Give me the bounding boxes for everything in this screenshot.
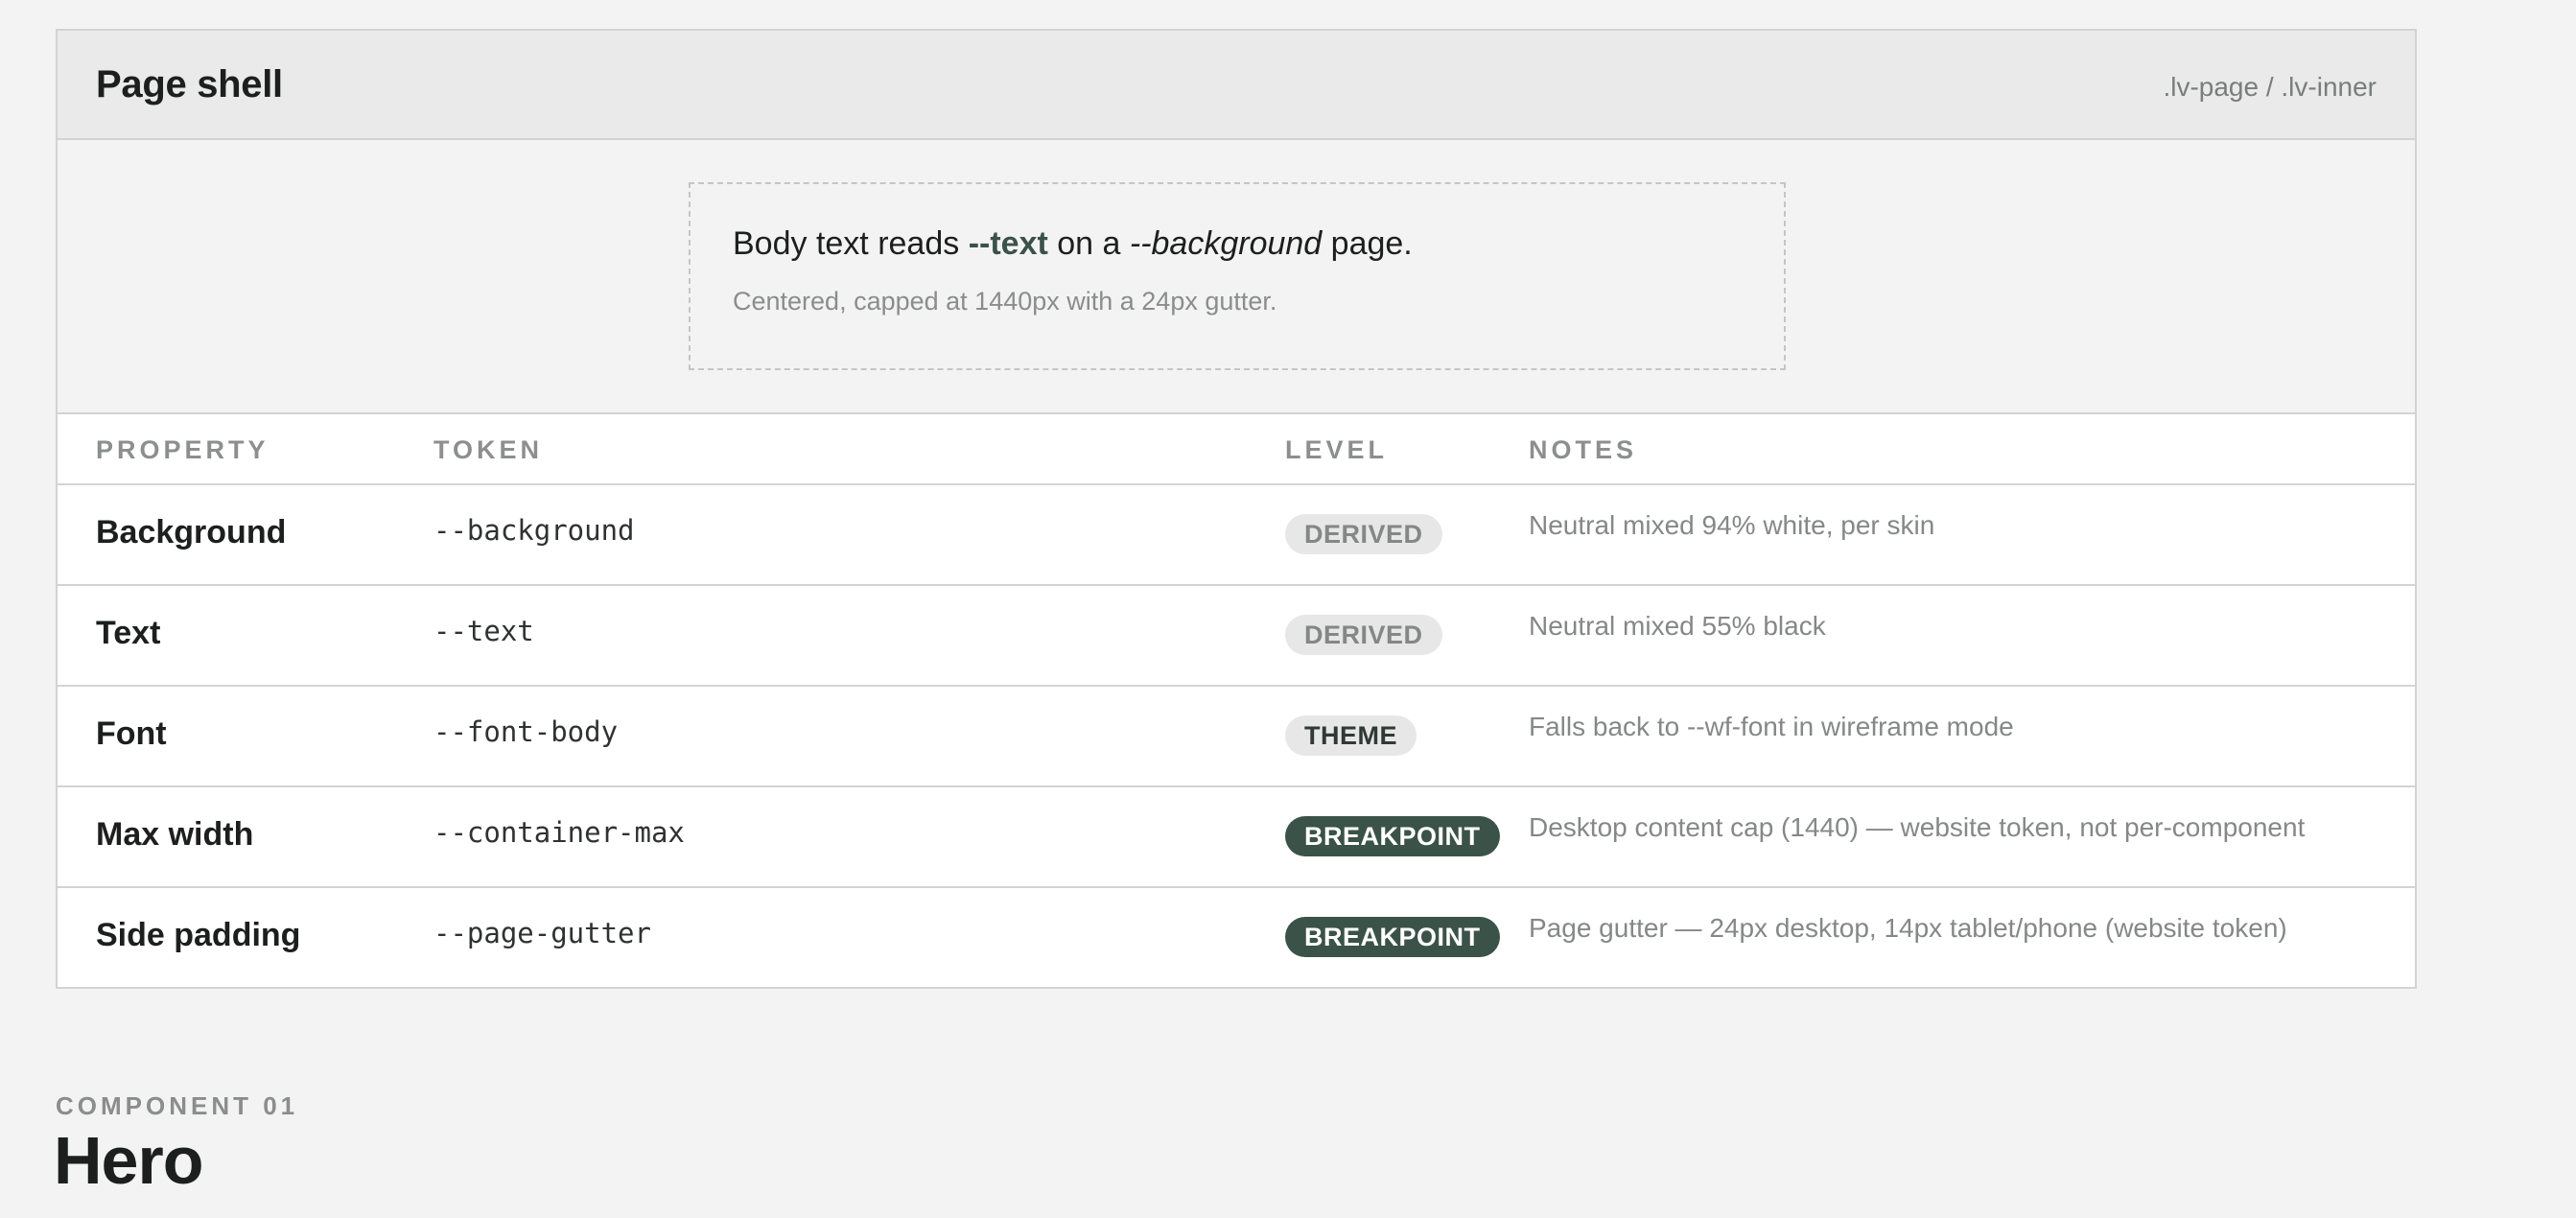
- level-badge: DERIVED: [1285, 615, 1442, 655]
- row-notes: Page gutter — 24px desktop, 14px tablet/…: [1529, 913, 2287, 943]
- row-notes: Desktop content cap (1440) — website tok…: [1529, 812, 2306, 842]
- table-row: Max width --container-max BREAKPOINT Des…: [58, 787, 2415, 888]
- row-level: DERIVED: [1285, 615, 1442, 655]
- header-level: LEVEL: [1285, 435, 1389, 464]
- preview-token-background: --background: [1129, 225, 1323, 262]
- row-property: Side padding: [96, 917, 301, 953]
- card-selector: .lv-page / .lv-inner: [2163, 72, 2377, 102]
- header-notes: NOTES: [1529, 435, 1638, 464]
- row-level: DERIVED: [1285, 514, 1442, 554]
- header-token: TOKEN: [433, 435, 544, 464]
- row-level: THEME: [1285, 715, 1417, 756]
- preview-token-text: --text: [968, 225, 1048, 262]
- card-title: Page shell: [96, 62, 283, 105]
- row-token: --page-gutter: [433, 917, 651, 949]
- header-property: PROPERTY: [96, 435, 269, 464]
- preview-box: Body text reads --text on a --background…: [689, 182, 1786, 370]
- row-property: Background: [96, 514, 287, 550]
- row-property: Max width: [96, 816, 254, 853]
- row-notes: Neutral mixed 94% white, per skin: [1529, 510, 1935, 540]
- level-badge: THEME: [1285, 715, 1417, 756]
- table-row: Font --font-body THEME Falls back to --w…: [58, 687, 2415, 787]
- row-property: Text: [96, 615, 161, 651]
- row-token: --container-max: [433, 816, 685, 849]
- preview-line-prefix: Body text reads: [733, 225, 969, 262]
- level-badge: DERIVED: [1285, 514, 1442, 554]
- preview-line: Body text reads --text on a --background…: [733, 225, 1742, 262]
- row-token: --font-body: [433, 715, 619, 748]
- row-level: BREAKPOINT: [1285, 816, 1500, 856]
- preview-area: Body text reads --text on a --background…: [58, 140, 2415, 414]
- row-token: --text: [433, 615, 534, 647]
- row-notes: Falls back to --wf-font in wireframe mod…: [1529, 712, 2014, 741]
- table-row: Background --background DERIVED Neutral …: [58, 485, 2415, 586]
- table-header: PROPERTY TOKEN LEVEL NOTES: [58, 414, 2415, 485]
- level-badge: BREAKPOINT: [1285, 917, 1500, 957]
- table-row: Side padding --page-gutter BREAKPOINT Pa…: [58, 888, 2415, 987]
- row-token: --background: [433, 514, 635, 547]
- section-title: Hero: [54, 1123, 203, 1198]
- card-header: Page shell .lv-page / .lv-inner: [58, 31, 2415, 140]
- section-eyebrow: COMPONENT 01: [56, 1091, 299, 1120]
- table-row: Text --text DERIVED Neutral mixed 55% bl…: [58, 586, 2415, 687]
- token-table: PROPERTY TOKEN LEVEL NOTES Background --…: [58, 414, 2415, 987]
- preview-line-middle: on a: [1047, 225, 1130, 262]
- row-notes: Neutral mixed 55% black: [1529, 611, 1826, 641]
- page-shell-card: Page shell .lv-page / .lv-inner Body tex…: [56, 29, 2417, 989]
- level-badge: BREAKPOINT: [1285, 816, 1500, 856]
- row-level: BREAKPOINT: [1285, 917, 1500, 957]
- row-property: Font: [96, 715, 167, 752]
- preview-line-suffix: page.: [1322, 225, 1413, 262]
- preview-subtext: Centered, capped at 1440px with a 24px g…: [733, 287, 1277, 316]
